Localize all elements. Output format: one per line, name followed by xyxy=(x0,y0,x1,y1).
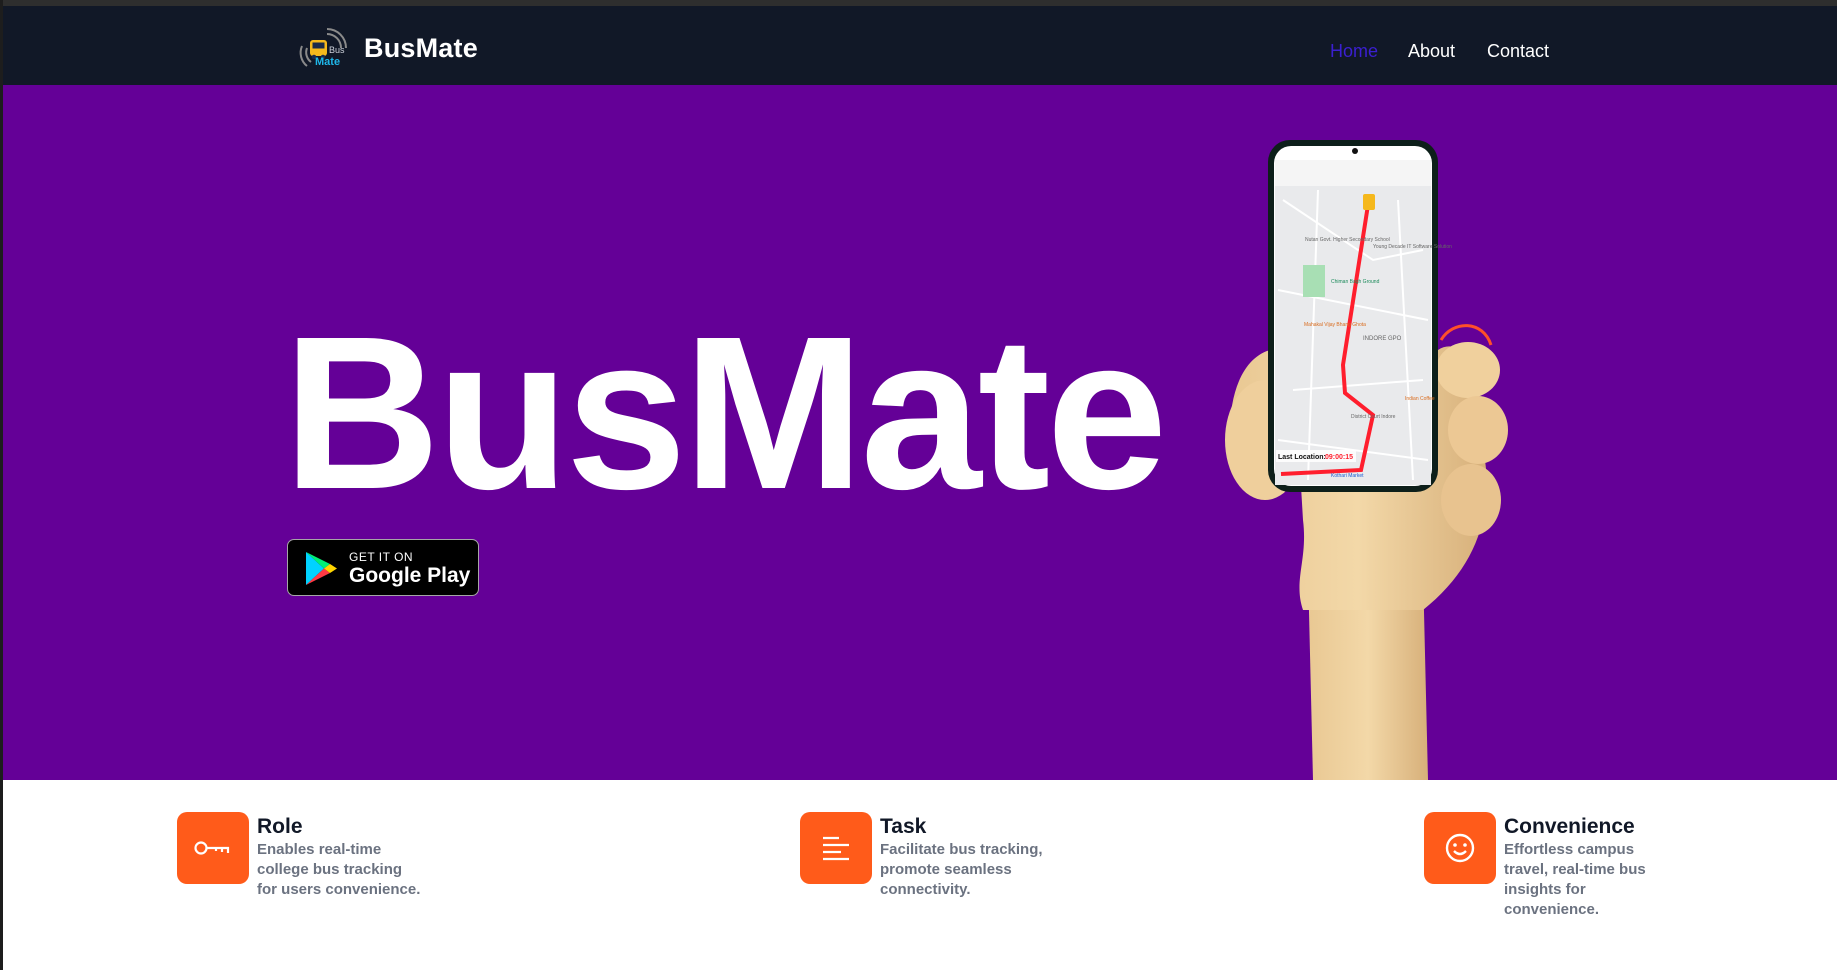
hero-section: BusMate GET IT ON Google Play Last Locat… xyxy=(3,85,1837,780)
busmate-logo[interactable]: Bus Mate xyxy=(297,28,349,72)
google-play-small-text: GET IT ON xyxy=(349,550,414,564)
convenience-title: Convenience xyxy=(1504,815,1635,838)
nav-about-link[interactable]: About xyxy=(1408,41,1455,62)
map-label-young-decade: Young Decade IT Software Solution xyxy=(1373,244,1452,250)
phone-last-location-time: 09:00:15 xyxy=(1325,454,1353,461)
task-title: Task xyxy=(880,815,927,838)
hand-holding-phone-illustration: Last Location: 09:00:15 INDORE GPO Chima… xyxy=(1225,140,1508,780)
map-label-mahakal: Mahakal Vijay Bhang Ghota xyxy=(1304,322,1366,328)
nav-home-link[interactable]: Home xyxy=(1330,41,1378,62)
map-label-district-court: District Court Indore xyxy=(1351,414,1396,420)
features-section: Role Enables real-time college bus track… xyxy=(3,780,1837,970)
navbar: Bus Mate BusMate Home About Contact xyxy=(3,6,1837,85)
brand-name[interactable]: BusMate xyxy=(364,33,478,64)
convenience-feature-icon xyxy=(1424,812,1496,884)
map-label-chiman-bagh: Chiman Bagh Ground xyxy=(1331,279,1380,285)
text-lines-icon xyxy=(823,836,849,861)
google-play-icon xyxy=(306,552,337,585)
key-icon xyxy=(194,841,230,855)
hero-title: BusMate xyxy=(283,292,1168,535)
role-title: Role xyxy=(257,815,303,838)
google-play-big-text: Google Play xyxy=(349,564,471,587)
task-description: Facilitate bus tracking, promote seamles… xyxy=(880,841,1043,898)
task-feature-icon xyxy=(800,812,872,884)
convenience-description: Effortless campus travel, real-time bus … xyxy=(1504,841,1646,918)
map-label-indian-coffee: Indian Coffee xyxy=(1405,396,1435,402)
smiley-icon xyxy=(1445,833,1475,863)
google-play-badge[interactable]: GET IT ON Google Play xyxy=(287,539,479,596)
nav-contact-link[interactable]: Contact xyxy=(1487,41,1549,62)
logo-text-bus: Bus xyxy=(329,45,345,55)
role-description: Enables real-time college bus tracking f… xyxy=(257,841,421,898)
map-label-indore-gpo: INDORE GPO xyxy=(1363,336,1402,342)
role-feature-icon xyxy=(177,812,249,884)
phone-last-location-label: Last Location: xyxy=(1278,454,1326,461)
map-label-kothari-market: Kothari Market xyxy=(1331,473,1364,479)
map-label-nutan-school: Nutan Govt. Higher Secondary School xyxy=(1305,237,1390,243)
logo-text-mate: Mate xyxy=(315,56,340,68)
